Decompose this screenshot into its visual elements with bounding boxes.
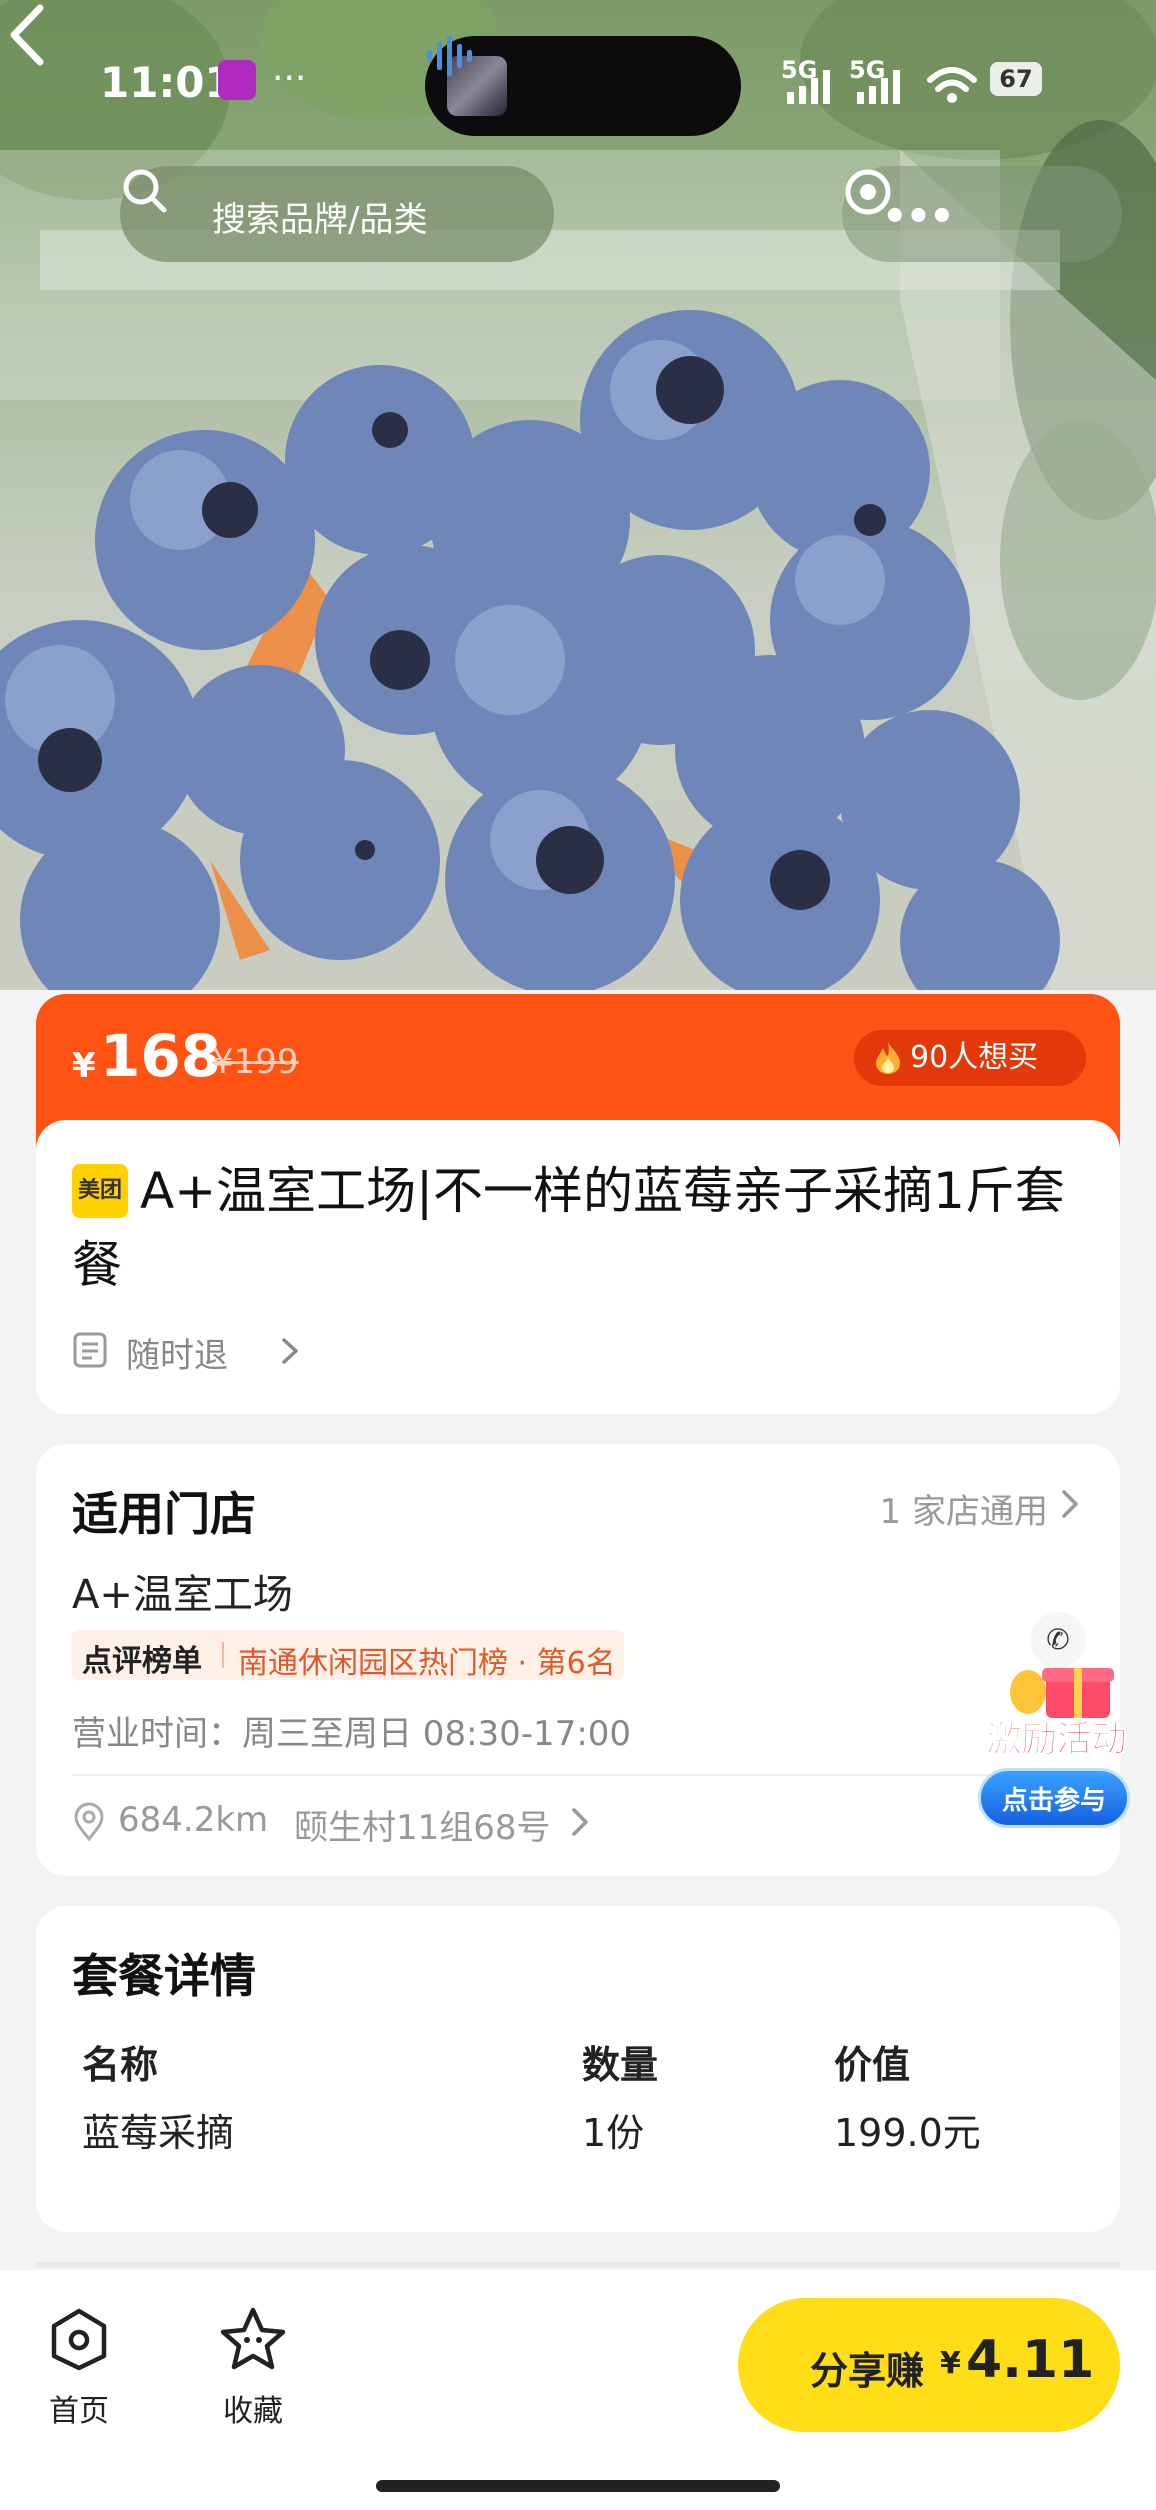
tab-favorite[interactable]: 收藏: [198, 2306, 308, 2446]
store-name[interactable]: A+温室工场: [72, 1562, 293, 1620]
bottom-action-bar: 首页 收藏 分享赚 ¥ 4.11: [0, 2270, 1156, 2510]
original-price: ¥199: [212, 1042, 299, 1082]
location-pin-icon: [74, 1802, 104, 1842]
package-details-card: 套餐详情 名称 数量 价值 蓝莓采摘 1份 199.0元: [36, 1906, 1120, 2232]
ranking-text: 南通休闲园区热门榜 · 第6名: [238, 1646, 616, 1681]
search-placeholder: 搜索品牌/品类: [212, 200, 428, 240]
ranking-badge[interactable]: 点评榜单 南通休闲园区热门榜 · 第6名: [72, 1630, 624, 1681]
search-icon: [123, 169, 167, 213]
status-time: 11:01: [100, 58, 234, 107]
battery-indicator: 67: [990, 62, 1042, 96]
business-hours: 营业时间：周三至周日 08:30-17:00: [72, 1714, 632, 1754]
column-header-value: 价值: [834, 2043, 911, 2087]
activity-title: 激励活动: [985, 1719, 1127, 1761]
home-indicator[interactable]: [376, 2480, 780, 2492]
tab-favorite-label: 收藏: [223, 2394, 283, 2429]
chevron-right-icon[interactable]: [568, 1806, 592, 1838]
column-header-quantity: 数量: [582, 2043, 659, 2087]
want-count: 90人想买: [910, 1040, 1039, 1075]
share-currency: ¥: [940, 2346, 961, 2381]
chevron-right-icon: [282, 1338, 298, 1364]
star-icon: [220, 2307, 286, 2370]
signal-bars-icon: [857, 70, 900, 104]
close-target-icon[interactable]: [842, 166, 894, 218]
current-price: 168: [100, 1022, 222, 1090]
product-hero-image[interactable]: 11:01 ··· 5G 5G 67 搜索品牌/品类 •••: [0, 0, 1156, 990]
product-title: A+温室工场|不一样的蓝莓亲子采摘1斤套餐: [72, 1162, 1065, 1294]
chevron-right-icon[interactable]: [1058, 1488, 1082, 1520]
signal-bars-icon: [787, 70, 830, 104]
status-more-dots: ···: [272, 58, 307, 99]
product-title-card: 美团 A+温室工场|不一样的蓝莓亲子采摘1斤套餐 随时退: [36, 1120, 1120, 1414]
join-activity-button[interactable]: 点击参与: [978, 1768, 1130, 1828]
section-divider: [36, 2262, 1120, 2268]
store-section-title: 适用门店: [72, 1487, 256, 1541]
document-icon: [73, 1332, 107, 1368]
home-icon: [51, 2308, 107, 2371]
share-earn-label: 分享赚: [810, 2349, 925, 2393]
want-to-buy-badge: 90人想买: [854, 1030, 1086, 1086]
app-notification-icon: [218, 60, 256, 100]
package-section-title: 套餐详情: [72, 1949, 256, 2003]
package-item-quantity: 1份: [582, 2111, 645, 2155]
ranking-logo: 点评榜单: [82, 1644, 202, 1679]
tab-home[interactable]: 首页: [24, 2306, 134, 2446]
status-bar: 11:01 ··· 5G 5G 67: [0, 0, 1156, 150]
wifi-icon: [927, 67, 977, 103]
applicable-store-card: 适用门店 1 家店通用 A+温室工场 点评榜单 南通休闲园区热门榜 · 第6名 …: [36, 1444, 1120, 1876]
audio-wave-icon: [427, 36, 472, 76]
share-earn-amount: 4.11: [966, 2330, 1095, 2390]
divider: [72, 1774, 1084, 1776]
store-count-link[interactable]: 1 家店通用: [880, 1484, 1048, 1533]
store-address[interactable]: 颐生村11组68号: [294, 1800, 551, 1849]
refund-policy-text: 随时退: [126, 1336, 228, 1376]
package-item-name: 蓝莓采摘: [82, 2111, 235, 2155]
ranking-divider: [222, 1642, 224, 1668]
tab-home-label: 首页: [49, 2394, 109, 2429]
flame-icon: [876, 1042, 900, 1074]
search-bar[interactable]: 搜索品牌/品类: [120, 166, 554, 262]
store-distance: 684.2km: [118, 1800, 269, 1840]
incentive-activity-widget[interactable]: ✆ 激励活动 点击参与: [966, 1612, 1146, 1832]
back-arrow-icon[interactable]: [0, 0, 60, 70]
currency-symbol: ¥: [72, 1046, 96, 1086]
share-earn-button[interactable]: 分享赚 ¥ 4.11: [738, 2298, 1120, 2432]
package-item-value: 199.0元: [834, 2111, 981, 2155]
column-header-name: 名称: [82, 2043, 159, 2087]
dynamic-island[interactable]: [425, 36, 741, 136]
mini-program-capsule[interactable]: •••: [842, 166, 1122, 262]
